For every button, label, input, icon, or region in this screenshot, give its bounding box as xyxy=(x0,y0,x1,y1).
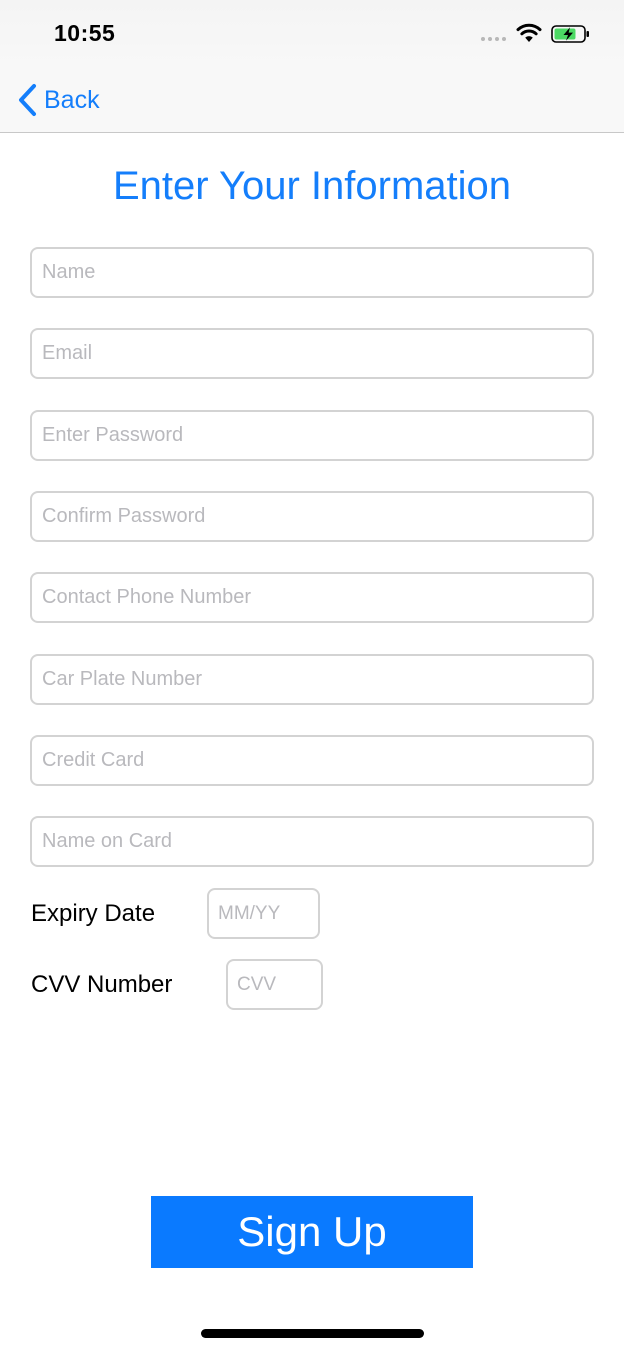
cvv-number-label: CVV Number xyxy=(31,971,173,998)
expiry-date-label: Expiry Date xyxy=(31,900,156,927)
name-on-card-field[interactable] xyxy=(30,816,594,867)
status-bar: 10:55 xyxy=(0,0,624,68)
expiry-date-field[interactable] xyxy=(207,888,320,939)
home-indicator xyxy=(201,1329,424,1338)
wifi-icon xyxy=(516,23,542,42)
chevron-left-icon xyxy=(19,84,36,116)
name-field[interactable] xyxy=(30,247,594,298)
status-time: 10:55 xyxy=(54,20,116,46)
navigation-bar: Back xyxy=(0,68,624,133)
enter-password-field[interactable] xyxy=(30,410,594,461)
confirm-password-field[interactable] xyxy=(30,491,594,542)
back-button[interactable]: Back xyxy=(16,82,100,118)
page-title: Enter Your Information xyxy=(112,164,512,208)
sign-up-button[interactable]: Sign Up xyxy=(151,1196,473,1268)
credit-card-field[interactable] xyxy=(30,735,594,786)
car-plate-number-field[interactable] xyxy=(30,654,594,705)
back-label: Back xyxy=(44,85,100,114)
cellular-signal-icon xyxy=(481,37,506,41)
contact-phone-number-field[interactable] xyxy=(30,572,594,623)
email-field[interactable] xyxy=(30,328,594,379)
cvv-field[interactable] xyxy=(226,959,323,1010)
battery-charging-icon xyxy=(551,25,589,43)
